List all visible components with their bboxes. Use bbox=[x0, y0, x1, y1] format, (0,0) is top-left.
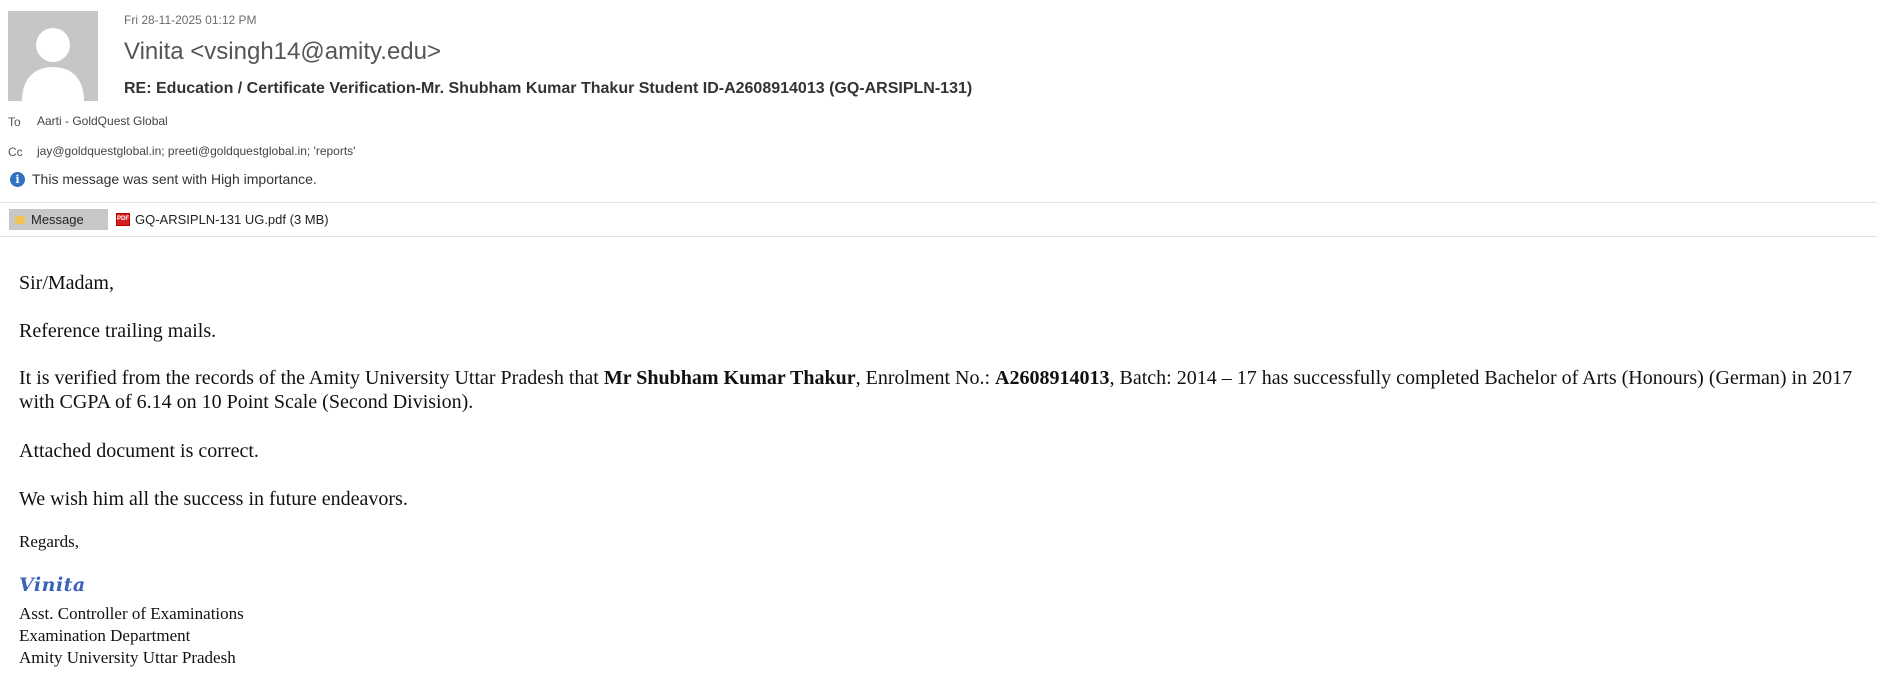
para-part-2: , Enrolment No.: bbox=[855, 367, 996, 389]
regards: Regards, bbox=[19, 532, 79, 551]
to-recipients[interactable]: Aarti - GoldQuest Global bbox=[37, 114, 168, 128]
enrolment-number: A2608914013 bbox=[995, 367, 1110, 389]
signature-name: Vinita bbox=[19, 574, 86, 596]
verification-paragraph: It is verified from the records of the A… bbox=[19, 366, 1875, 414]
attachment-file[interactable]: PDF GQ-ARSIPLN-131 UG.pdf (3 MB) bbox=[116, 209, 329, 230]
attachment-file-label: GQ-ARSIPLN-131 UG.pdf (3 MB) bbox=[135, 212, 329, 227]
header-divider bbox=[0, 202, 1877, 203]
cc-label: Cc bbox=[8, 145, 23, 159]
student-name: Mr Shubham Kumar Thakur bbox=[603, 367, 856, 389]
email-subject: RE: Education / Certificate Verification… bbox=[124, 80, 973, 97]
reference-line: Reference trailing mails. bbox=[19, 320, 217, 342]
greeting: Sir/Madam, bbox=[19, 272, 114, 294]
cc-recipients[interactable]: jay@goldquestglobal.in; preeti@goldquest… bbox=[37, 144, 355, 158]
attachments-divider bbox=[0, 236, 1877, 237]
sender-avatar bbox=[8, 11, 98, 101]
envelope-icon bbox=[15, 215, 25, 224]
wish-line: We wish him all the success in future en… bbox=[19, 488, 408, 510]
para-part-1: It is verified from the records of the A… bbox=[19, 367, 604, 389]
signature-department: Examination Department bbox=[19, 626, 191, 645]
to-label: To bbox=[8, 115, 21, 129]
importance-text: This message was sent with High importan… bbox=[32, 171, 317, 187]
sent-date: Fri 28-11-2025 01:12 PM bbox=[124, 13, 257, 27]
signature-university: Amity University Uttar Pradesh bbox=[19, 648, 236, 667]
signature-title: Asst. Controller of Examinations bbox=[19, 604, 244, 623]
sender-name[interactable]: Vinita <vsingh14@amity.edu> bbox=[124, 38, 441, 66]
avatar-icon bbox=[8, 11, 98, 101]
attached-line: Attached document is correct. bbox=[19, 440, 259, 462]
message-tab-label: Message bbox=[31, 212, 84, 227]
message-tab[interactable]: Message bbox=[9, 209, 108, 230]
importance-notice: i This message was sent with High import… bbox=[10, 171, 317, 187]
info-icon: i bbox=[10, 171, 25, 187]
pdf-icon: PDF bbox=[116, 213, 130, 226]
